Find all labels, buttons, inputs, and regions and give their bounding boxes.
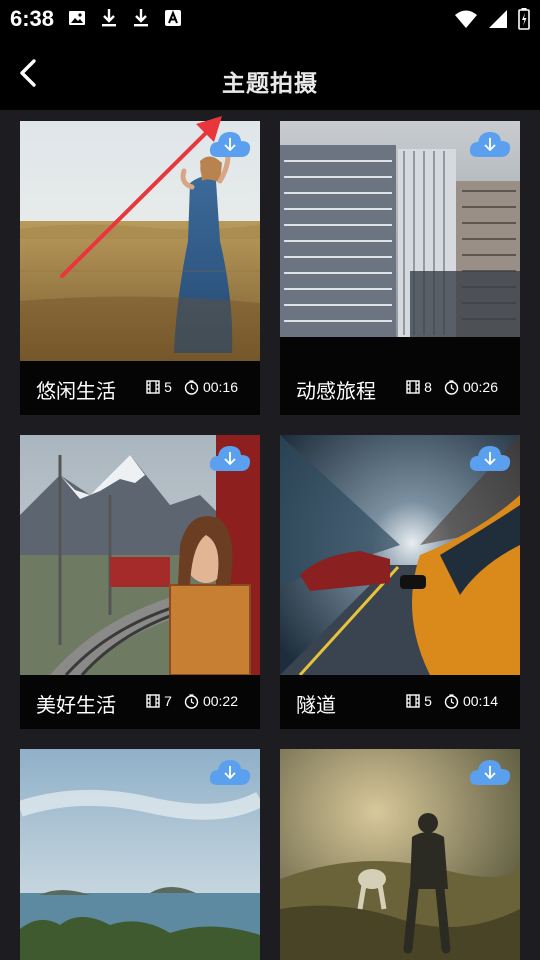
duration: 00:14 — [462, 693, 498, 709]
clip-count: 8 — [424, 379, 432, 395]
card-title: 悠闲生活 — [36, 379, 116, 403]
card-info-bar: 悠闲生活 5 00:16 — [20, 361, 260, 415]
theme-card-beautiful-life[interactable]: 美好生活 7 00:22 — [20, 435, 260, 729]
cloud-download-icon[interactable] — [208, 443, 252, 473]
card-info-bar: 隧道 5 00:14 — [280, 675, 520, 729]
page-title: 主题拍摄 — [222, 71, 318, 97]
battery-icon — [518, 8, 530, 30]
theme-card-hiking[interactable] — [280, 749, 520, 960]
status-bar: 6:38 — [0, 0, 540, 36]
card-title: 隧道 — [296, 693, 336, 717]
theme-grid: 悠闲生活 5 00:16 动感旅程 8 00:26 美好生活 7 00:22 隧… — [0, 110, 540, 960]
film-icon — [406, 694, 420, 708]
status-notification-icons — [68, 8, 182, 28]
app-a-notification-icon — [165, 10, 181, 26]
duration: 00:16 — [202, 379, 238, 395]
status-time: 6:38 — [10, 6, 55, 31]
image-notification-icon — [69, 11, 85, 25]
cloud-download-icon[interactable] — [468, 129, 512, 159]
card-meta: 5 00:16 — [146, 379, 238, 395]
cloud-download-icon[interactable] — [208, 757, 252, 787]
duration: 00:26 — [462, 379, 498, 395]
film-icon — [146, 380, 160, 394]
clip-count: 5 — [424, 693, 432, 709]
card-title: 动感旅程 — [296, 379, 376, 403]
card-info-bar: 动感旅程 8 00:26 — [280, 361, 520, 415]
cloud-download-icon[interactable] — [468, 757, 512, 787]
card-meta: 7 00:22 — [146, 693, 238, 709]
status-system-icons — [454, 8, 530, 30]
clock-icon — [184, 379, 199, 395]
card-info-bar: 美好生活 7 00:22 — [20, 675, 260, 729]
clock-icon — [444, 693, 459, 709]
cloud-download-icon[interactable] — [468, 443, 512, 473]
clip-count: 7 — [164, 693, 172, 709]
theme-card-leisure[interactable]: 悠闲生活 5 00:16 — [20, 121, 260, 415]
card-meta: 8 00:26 — [406, 379, 498, 395]
clock-icon — [184, 693, 199, 709]
clip-count: 5 — [164, 379, 172, 395]
signal-icon — [489, 10, 507, 28]
film-icon — [146, 694, 160, 708]
app-bar: 主题拍摄 — [0, 36, 540, 110]
download-notification-icon — [102, 9, 116, 27]
film-icon — [406, 380, 420, 394]
download-notification-icon-2 — [134, 9, 148, 27]
wifi-icon — [455, 10, 477, 28]
theme-card-dynamic-journey[interactable]: 动感旅程 8 00:26 — [280, 121, 520, 415]
cloud-download-icon[interactable] — [208, 129, 252, 159]
theme-card-coast[interactable] — [20, 749, 260, 960]
card-meta: 5 00:14 — [406, 693, 498, 709]
clock-icon — [444, 379, 459, 395]
duration: 00:22 — [202, 693, 238, 709]
theme-card-tunnel[interactable]: 隧道 5 00:14 — [280, 435, 520, 729]
card-title: 美好生活 — [36, 693, 116, 717]
